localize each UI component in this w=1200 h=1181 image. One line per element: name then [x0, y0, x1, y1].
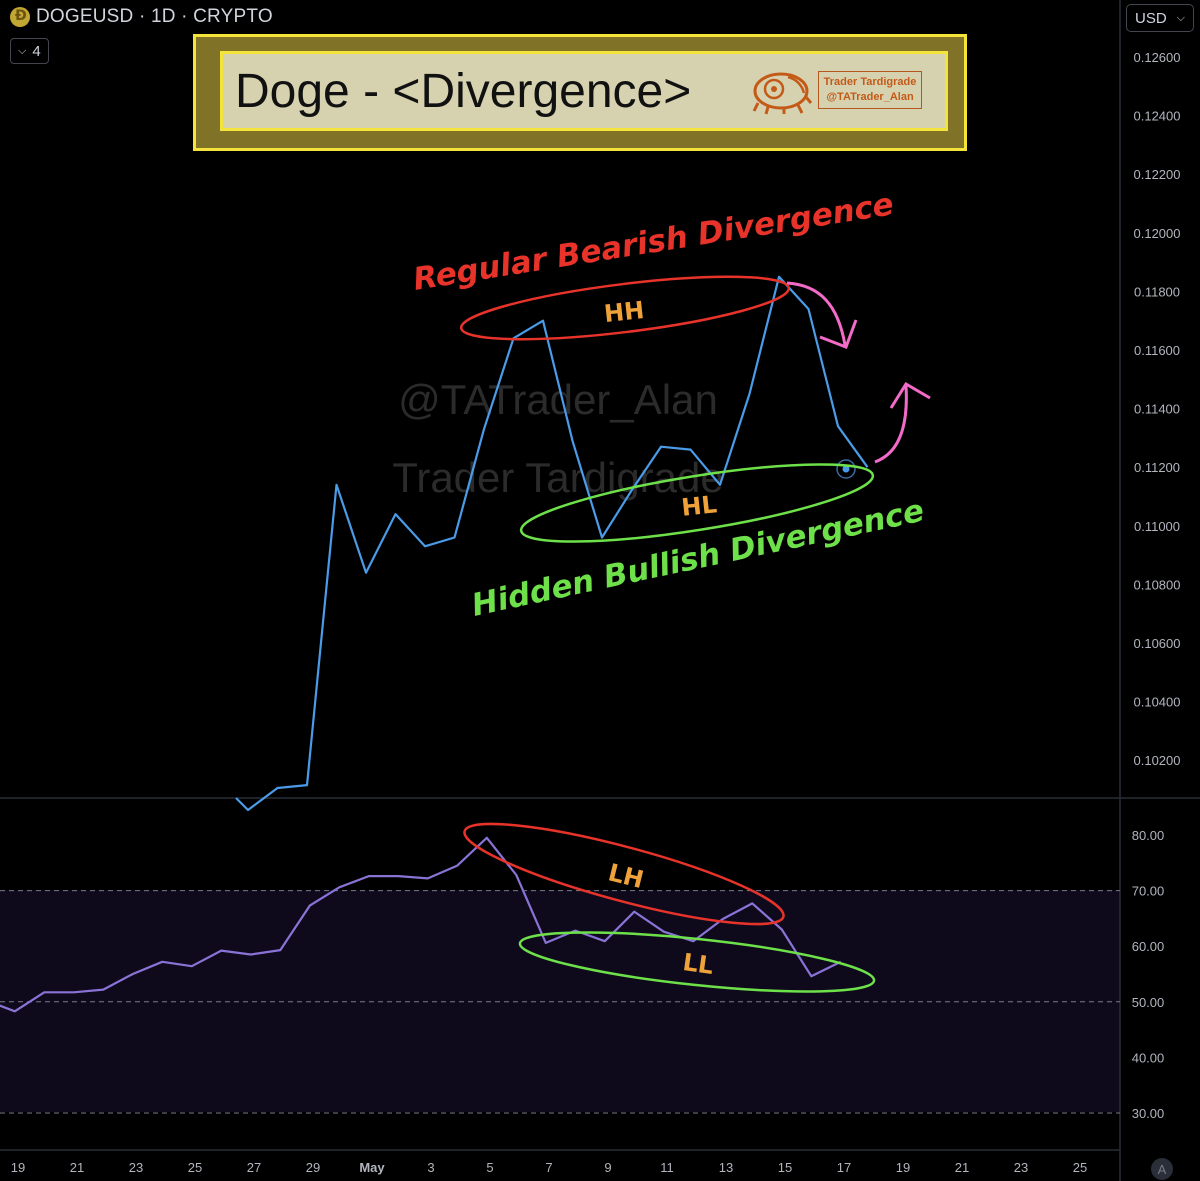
rsi-band [0, 890, 1120, 1112]
up-arrow [874, 385, 908, 464]
symbol-line: DOGEUSD · 1D · CRYPTO [36, 6, 273, 27]
tardigrade-logo-icon [752, 72, 812, 115]
time-tick-label: 17 [837, 1160, 851, 1175]
chart-canvas[interactable]: @TATrader_Alan Trader Tardigrade 0.12600… [0, 0, 1200, 1181]
price-axis[interactable]: 0.12600 0.12400 0.12200 0.12000 0.11800 0.116… [1134, 50, 1181, 768]
price-tick-label: 0.12000 [1134, 226, 1181, 241]
time-tick-label: 29 [306, 1160, 320, 1175]
time-tick-label: 21 [70, 1160, 84, 1175]
time-tick-label: 5 [486, 1160, 493, 1175]
up-arrow-head [889, 381, 931, 409]
currency-select[interactable]: USD ⌵ [1126, 4, 1194, 32]
brand-box: Trader Tardigrade @TATrader_Alan [818, 71, 922, 109]
time-tick-label: 27 [247, 1160, 261, 1175]
time-tick-label: 21 [955, 1160, 969, 1175]
watermark-line2: Trader Tardigrade [392, 454, 724, 501]
price-tick-label: 0.11000 [1134, 519, 1180, 534]
title-banner: Doge - <Divergence> Trader Tardigrade @T… [193, 34, 967, 151]
price-tick-label: 0.11600 [1134, 343, 1180, 358]
price-tick-label: 0.10800 [1134, 577, 1181, 592]
time-tick-label: 23 [129, 1160, 143, 1175]
brand-line2: @TATrader_Alan [826, 91, 914, 103]
price-tick-label: 0.11800 [1134, 284, 1180, 299]
time-tick-label: 23 [1014, 1160, 1028, 1175]
rsi-tick-label: 80.00 [1132, 828, 1165, 843]
time-tick-label: 11 [660, 1160, 674, 1175]
time-tick-label: 19 [896, 1160, 910, 1175]
currency-label: USD [1135, 9, 1167, 27]
price-tick-label: 0.12200 [1134, 167, 1181, 182]
time-tick-label: 19 [11, 1160, 25, 1175]
rsi-axis[interactable]: 80.00 70.00 60.00 50.00 40.00 30.00 [1132, 828, 1165, 1121]
title-banner-inner: Doge - <Divergence> Trader Tardigrade @T… [220, 51, 948, 131]
banner-title: Doge - <Divergence> [235, 65, 692, 118]
rsi-tick-label: 60.00 [1132, 939, 1165, 954]
time-tick-label: 3 [427, 1160, 434, 1175]
chevron-down-icon: ⌵ [18, 44, 27, 57]
time-axis[interactable]: 19 21 23 25 27 29 May 3 5 7 9 11 13 15 17 19 21 23 25 [11, 1160, 1087, 1175]
price-tick-label: 0.10200 [1134, 753, 1181, 768]
time-tick-label: 25 [1073, 1160, 1087, 1175]
lh-label: LH [605, 858, 646, 894]
price-tick-label: 0.11400 [1134, 402, 1180, 417]
doge-coin-icon [10, 7, 30, 27]
rsi-tick-label: 50.00 [1132, 995, 1165, 1010]
indicators-toggle[interactable]: ⌵ 4 [10, 38, 49, 64]
price-tick-label: 0.12600 [1134, 50, 1181, 65]
price-tick-label: 0.10400 [1134, 695, 1181, 710]
time-tick-label: 15 [778, 1160, 792, 1175]
down-arrow-head [819, 319, 858, 349]
rsi-tick-label: 30.00 [1132, 1106, 1165, 1121]
hh-label: HH [603, 296, 646, 328]
brand-line1: Trader Tardigrade [823, 76, 917, 88]
time-tick-label: 13 [719, 1160, 733, 1175]
price-tick-label: 0.10600 [1134, 636, 1181, 651]
price-tick-label: 0.12400 [1134, 109, 1181, 124]
rsi-tick-label: 40.00 [1132, 1050, 1165, 1065]
time-tick-label: May [359, 1160, 385, 1175]
ll-label: LL [681, 948, 715, 980]
time-tick-label: 25 [188, 1160, 202, 1175]
time-tick-label: 7 [545, 1160, 552, 1175]
autoscale-button[interactable]: A [1151, 1158, 1173, 1180]
symbol-header[interactable]: DOGEUSD · 1D · CRYPTO [10, 6, 273, 28]
hl-label: HL [680, 490, 718, 522]
indicator-count: 4 [32, 42, 41, 60]
price-tick-label: 0.11200 [1134, 460, 1180, 475]
rsi-tick-label: 70.00 [1132, 884, 1165, 899]
chevron-down-icon: ⌵ [1176, 11, 1185, 24]
time-tick-label: 9 [604, 1160, 611, 1175]
